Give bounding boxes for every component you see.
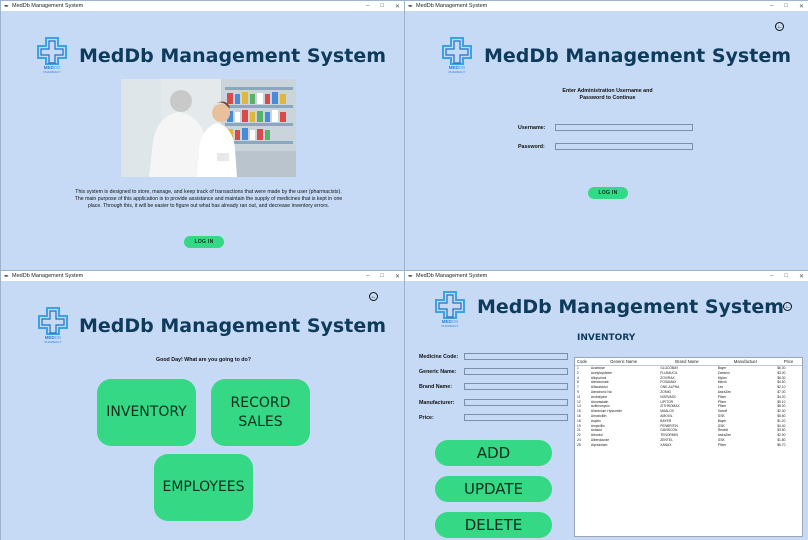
title-bar: ✒ MedDb Management System – □ ✕ (1, 1, 404, 11)
table-body: 1 Acarbose GLUCOBAY Bayer $6.30 2 Acetylcystei… (575, 366, 802, 448)
logo-text: MEDDB PHARMACY (440, 65, 474, 75)
add-button[interactable]: ADD (435, 440, 552, 466)
record-sales-label-line-1: RECORD (230, 394, 291, 411)
brand-name-input[interactable] (464, 383, 568, 390)
logo-text: MEDDB PHARMACY (433, 319, 467, 329)
minimize-icon[interactable]: – (366, 273, 369, 279)
login-window: ✒ MedDb Management System – □ ✕ ← MEDDB P… (404, 0, 808, 270)
table-cell: 25 (577, 442, 581, 447)
table-header: Code Generic Name Brand Name Manufactuer Pri… (575, 358, 802, 366)
column-header[interactable]: Code (575, 359, 589, 364)
inventory-heading: INVENTORY (577, 333, 636, 343)
maximize-icon[interactable]: □ (380, 273, 384, 279)
app-title: MedDb Management System (477, 296, 784, 318)
column-header[interactable]: Brand Name (658, 359, 716, 364)
medical-cross-icon (38, 307, 68, 335)
column-header[interactable]: Manufactuer (716, 359, 775, 364)
feather-icon: ✒ (4, 273, 10, 280)
record-sales-button[interactable]: RECORD SALES (211, 379, 310, 446)
column-header[interactable]: Generic Name (589, 359, 658, 364)
menu-window: ✒ MedDb Management System – □ ✕ ← MEDDB P… (0, 270, 404, 540)
login-button[interactable]: LOG IN (588, 187, 628, 199)
table-cell: XANAX (660, 442, 672, 447)
logo-text: MEDDB PHARMACY (36, 335, 70, 345)
logo-text-pharmacy: PHARMACY (43, 70, 61, 74)
medical-cross-icon (435, 291, 465, 319)
login-prompt: Enter Administration Username and Passwo… (525, 88, 690, 102)
brand-name-label: Brand Name: (419, 384, 452, 390)
medical-cross-icon (37, 37, 67, 65)
column-header[interactable]: Price (775, 359, 802, 364)
minimize-icon[interactable]: – (770, 3, 773, 9)
close-icon[interactable]: ✕ (799, 3, 804, 10)
medicine-code-label: Medicine Code: (419, 354, 459, 360)
generic-name-label: Generic Name: (419, 369, 457, 375)
username-input[interactable] (555, 124, 693, 131)
medical-cross-icon (442, 37, 472, 65)
table-cell: Pfizer (717, 442, 727, 447)
manufacturer-input[interactable] (464, 399, 568, 406)
title-bar: ✒ MedDb Management System – □ ✕ (1, 271, 404, 281)
generic-name-input[interactable] (464, 368, 568, 375)
password-input[interactable] (555, 143, 693, 150)
title-bar: ✒ MedDb Management System – □ ✕ (405, 271, 808, 281)
medicine-code-input[interactable] (464, 353, 568, 360)
pharmacy-photo (121, 79, 296, 177)
welcome-window: ✒ MedDb Management System – □ ✕ MEDDB PHA… (0, 0, 404, 270)
delete-button[interactable]: DELETE (435, 512, 552, 538)
window-title: MedDb Management System (12, 273, 84, 279)
login-prompt-line-2: Password to Continue (579, 95, 636, 101)
app-title: MedDb Management System (484, 45, 791, 67)
close-icon[interactable]: ✕ (799, 273, 804, 280)
window-title: MedDb Management System (416, 3, 488, 9)
back-arrow-icon[interactable]: ← (775, 22, 784, 31)
maximize-icon[interactable]: □ (784, 273, 788, 279)
title-bar: ✒ MedDb Management System – □ ✕ (405, 1, 808, 11)
feather-icon: ✒ (408, 3, 414, 10)
meddb-logo: MEDDB PHARMACY (36, 306, 70, 344)
logo-text-pharmacy: PHARMACY (44, 340, 62, 344)
feather-icon: ✒ (408, 273, 414, 280)
greeting-text: Good Day! What are you going to do? (155, 357, 252, 363)
password-label: Password: (518, 144, 545, 150)
table-cell: $6.70 (777, 442, 786, 447)
minimize-icon[interactable]: – (366, 3, 369, 9)
record-sales-label-line-2: SALES (238, 413, 283, 430)
table-row[interactable]: 25 Alprazolam XANAX Pfizer $6.70 (575, 443, 802, 448)
price-input[interactable] (464, 414, 568, 421)
maximize-icon[interactable]: □ (380, 3, 384, 9)
logo-text-pharmacy: PHARMACY (441, 324, 459, 328)
app-title: MedDb Management System (79, 45, 386, 67)
back-arrow-icon[interactable]: ← (369, 292, 378, 301)
update-button[interactable]: UPDATE (435, 476, 552, 502)
inventory-button[interactable]: INVENTORY (97, 379, 196, 446)
window-title: MedDb Management System (416, 273, 488, 279)
close-icon[interactable]: ✕ (395, 273, 400, 280)
login-prompt-line-1: Enter Administration Username and (562, 88, 653, 94)
username-label: Username: (518, 125, 546, 131)
inventory-table[interactable]: Code Generic Name Brand Name Manufactuer Pri… (574, 357, 803, 537)
meddb-logo: MEDDB PHARMACY (35, 36, 69, 74)
welcome-login-button[interactable]: LOG IN (184, 236, 224, 248)
close-icon[interactable]: ✕ (395, 3, 400, 10)
meddb-logo: MEDDB PHARMACY (440, 36, 474, 74)
manufacturer-label: Manufacturer: (419, 400, 455, 406)
feather-icon: ✒ (4, 3, 10, 10)
app-title: MedDb Management System (79, 315, 386, 337)
meddb-logo: MEDDB PHARMACY (433, 290, 467, 328)
back-arrow-icon[interactable]: ← (783, 302, 792, 311)
logo-text: MEDDB PHARMACY (35, 65, 69, 75)
price-label: Price: (419, 415, 434, 421)
minimize-icon[interactable]: – (770, 273, 773, 279)
maximize-icon[interactable]: □ (784, 3, 788, 9)
logo-text-pharmacy: PHARMACY (448, 70, 466, 74)
window-title: MedDb Management System (12, 3, 84, 9)
table-cell: Alprazolam (590, 442, 608, 447)
employees-button[interactable]: EMPLOYEES (154, 454, 253, 521)
inventory-window: ✒ MedDb Management System – □ ✕ ← MEDDB P… (404, 270, 808, 540)
system-description: This system is designed to store, manage… (74, 189, 343, 209)
